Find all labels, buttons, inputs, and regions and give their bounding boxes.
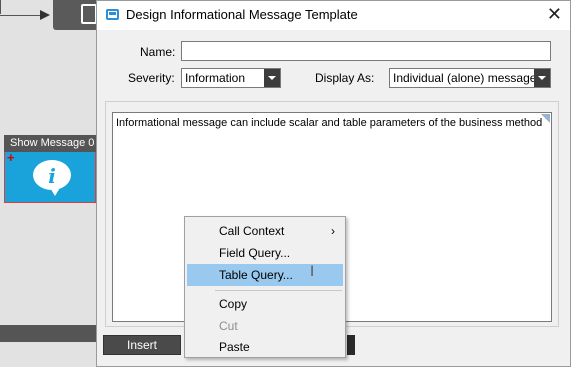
bg-connector-line [0,15,45,16]
display-as-label: Display As: [315,71,375,85]
node-body: + i [4,150,96,203]
resize-corner-icon [541,114,550,123]
window-icon [106,9,119,20]
display-as-value: Individual (alone) message [393,71,537,85]
text-cursor-icon: I [310,264,315,280]
menu-item-copy[interactable]: Copy [187,293,343,315]
show-message-node[interactable]: Show Message 0 + i [4,135,96,203]
name-label: Name: [140,45,176,59]
menu-item-table-query[interactable]: Table Query... [187,264,343,286]
node-label: Show Message 0 [4,135,96,152]
menu-item-cut[interactable]: Cut [187,315,343,337]
menu-item-field-query[interactable]: Field Query... [187,242,343,264]
info-icon: i [33,160,71,196]
severity-select[interactable]: Information [181,68,281,88]
chevron-down-icon[interactable] [264,69,280,87]
severity-label: Severity: [128,71,175,85]
menu-item-call-context[interactable]: Call Context › [187,220,343,242]
menu-item-label: Field Query... [219,246,291,260]
arrow-icon [40,10,50,20]
name-input[interactable] [181,41,551,61]
title-bar[interactable]: Design Informational Message Template ✕ [97,1,570,30]
menu-item-paste[interactable]: Paste [187,336,343,358]
bg-node[interactable] [53,0,98,30]
menu-item-label: Call Context [219,224,285,238]
bottom-bar [0,325,100,342]
chevron-down-icon[interactable] [534,69,550,87]
context-menu: Call Context › Field Query... Table Quer… [184,216,346,358]
plus-icon[interactable]: + [7,150,15,165]
display-as-select[interactable]: Individual (alone) message [389,68,551,88]
hidden-button[interactable] [347,335,355,355]
menu-item-label: Paste [219,340,250,354]
message-text: Informational message can include scalar… [116,117,543,129]
severity-value: Information [185,71,246,85]
menu-item-label: Table Query... [219,268,293,282]
node-icon [81,4,97,24]
bg-connector-line-v [0,0,1,14]
close-icon[interactable]: ✕ [547,4,562,25]
chevron-right-icon: › [331,224,335,238]
dialog-title: Design Informational Message Template [126,7,358,22]
menu-separator [215,290,342,291]
menu-item-label: Cut [219,319,238,333]
menu-item-label: Copy [219,297,248,311]
insert-button[interactable]: Insert [103,335,181,355]
